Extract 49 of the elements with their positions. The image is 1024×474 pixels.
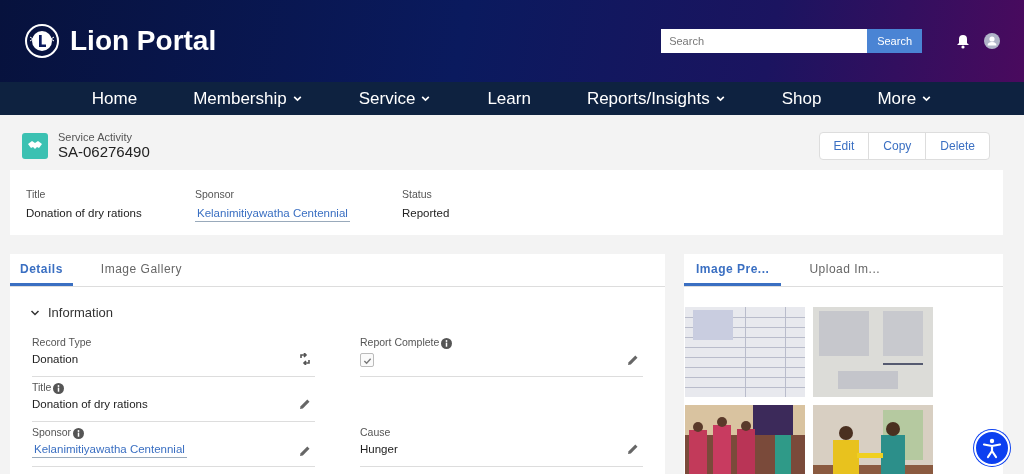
tab[interactable]: Image Gallery [72, 254, 211, 286]
action-button[interactable]: Edit [819, 132, 869, 159]
field-label: Cause [360, 426, 391, 438]
notifications-bell-icon[interactable] [956, 33, 970, 49]
nav-item[interactable]: Shop [753, 88, 850, 109]
nav-item[interactable]: Membership [165, 88, 331, 109]
field-label: Record Type [32, 336, 92, 348]
tab[interactable]: Details [10, 254, 73, 286]
handshake-icon [22, 132, 48, 159]
field-value: Reported [402, 207, 450, 219]
edit-icon[interactable] [627, 354, 639, 366]
lions-logo-icon [24, 23, 60, 59]
tab[interactable]: Upload Im... [781, 254, 909, 286]
user-avatar-icon[interactable] [984, 33, 1000, 49]
field-label: Report Complete [360, 336, 440, 348]
nav-item[interactable]: Home [63, 88, 166, 109]
info-icon [441, 338, 453, 349]
action-button[interactable]: Delete [925, 132, 989, 159]
section-header[interactable]: Information [30, 305, 114, 320]
field-value: Donation [32, 353, 79, 365]
record-name: SA-06276490 [58, 143, 150, 160]
field-label: Sponsor [32, 426, 72, 438]
tab[interactable]: Image Pre... [684, 254, 782, 286]
field-label: Sponsor [195, 187, 235, 200]
accessibility-button[interactable] [974, 430, 1010, 466]
nav-item[interactable]: Service [330, 88, 460, 109]
search-button[interactable]: Search [867, 29, 922, 53]
accessibility-icon [981, 437, 1003, 459]
sponsor-link[interactable]: Kelanimitiyawatha Centennial [195, 206, 350, 222]
field-value: Donation of dry rations [26, 207, 142, 219]
edit-icon[interactable] [299, 398, 311, 410]
edit-icon[interactable] [627, 443, 639, 455]
field-label: Title [32, 381, 52, 393]
sponsor-link[interactable]: Kelanimitiyawatha Centennial [32, 443, 187, 458]
nav-item[interactable]: Learn [459, 88, 559, 109]
info-icon [73, 428, 85, 439]
field-label: Status [402, 188, 432, 200]
change-type-icon[interactable] [299, 353, 311, 365]
info-icon [53, 383, 65, 394]
action-button[interactable]: Copy [868, 132, 926, 159]
nav-item[interactable]: Reports/Insights [558, 88, 754, 109]
field-value: Hunger [360, 443, 398, 455]
record-type: Service Activity [58, 131, 133, 143]
nav-item[interactable]: More [849, 88, 961, 109]
field-value: Donation of dry rations [32, 398, 148, 410]
field-label: Title [26, 188, 46, 200]
edit-icon[interactable] [299, 444, 311, 457]
portal-title: Lion Portal [70, 25, 217, 57]
search-field[interactable]: Search [661, 29, 868, 53]
